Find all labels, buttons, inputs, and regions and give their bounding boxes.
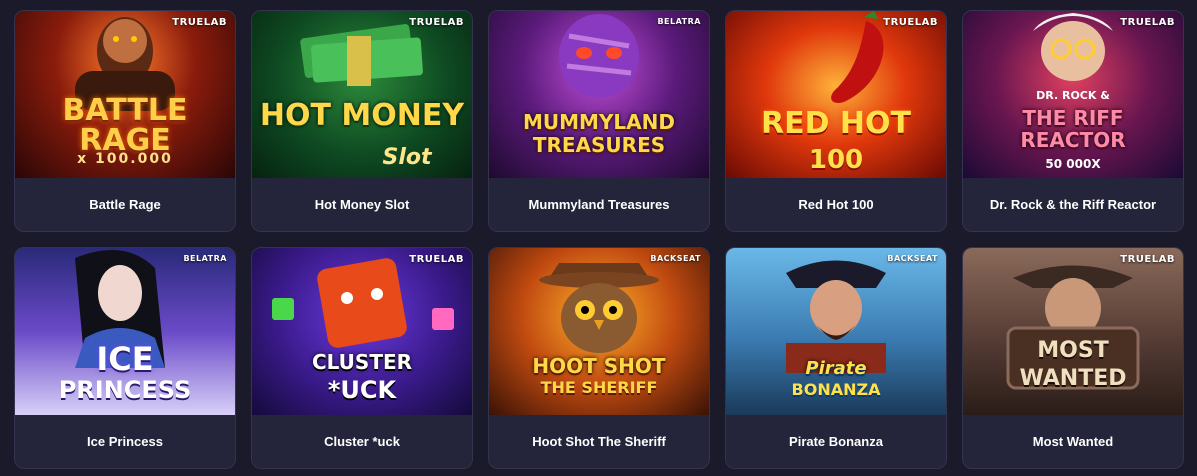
game-logo-text: CLUSTER <box>311 350 413 374</box>
game-card-cluster-uck[interactable]: TRUELAB CLUSTER *UCK Cluster *uck <box>251 247 473 469</box>
game-card-mummyland-treasures[interactable]: BELATRA MUMMYLAND TREASURES Mummyland Tr… <box>488 10 710 232</box>
game-title[interactable]: Battle Rage <box>15 178 235 231</box>
game-title[interactable]: Hot Money Slot <box>252 178 472 231</box>
provider-logo: TRUELAB <box>1120 254 1175 265</box>
game-thumbnail[interactable]: BACKSEAT HOOT SHOT THE SHERIFF <box>489 248 709 415</box>
game-logo-subtext: BONANZA <box>791 380 881 399</box>
provider-logo: BELATRA <box>657 17 701 26</box>
game-title[interactable]: Pirate Bonanza <box>726 415 946 468</box>
game-card-ice-princess[interactable]: BELATRA ICE PRINCESS Ice Princess <box>14 247 236 469</box>
game-thumbnail[interactable]: TRUELAB MOST WANTED <box>963 248 1183 415</box>
game-card-pirate-bonanza[interactable]: BACKSEAT Pirate BONANZA Pirate Bonanza <box>725 247 947 469</box>
game-logo-pretext: DR. ROCK & <box>1036 89 1110 102</box>
game-grid: TRUELAB BATTLE RAGE x 100.000 Battle Rag… <box>14 10 1184 469</box>
game-card-dr-rock[interactable]: TRUELAB DR. ROCK & THE RIFF REACTOR 50 0… <box>962 10 1184 232</box>
game-logo-subtext: 100 <box>808 145 864 175</box>
game-card-battle-rage[interactable]: TRUELAB BATTLE RAGE x 100.000 Battle Rag… <box>14 10 236 232</box>
game-logo-text: THE RIFF REACTOR <box>1020 106 1126 152</box>
provider-logo: TRUELAB <box>1120 17 1175 28</box>
game-thumbnail[interactable]: BELATRA ICE PRINCESS <box>15 248 235 415</box>
game-title[interactable]: Red Hot 100 <box>726 178 946 231</box>
game-card-most-wanted[interactable]: TRUELAB MOST WANTED Most Wanted <box>962 247 1184 469</box>
game-logo-subtext: 50 000X <box>1045 157 1101 171</box>
game-thumbnail[interactable]: TRUELAB DR. ROCK & THE RIFF REACTOR 50 0… <box>963 11 1183 178</box>
game-logo-text: Pirate <box>805 358 867 379</box>
game-thumbnail[interactable]: TRUELAB CLUSTER *UCK <box>252 248 472 415</box>
game-logo-text: MUMMYLAND TREASURES <box>523 110 675 157</box>
game-logo-text: ICE <box>96 340 154 378</box>
game-thumbnail[interactable]: TRUELAB HOT MONEY Slot <box>252 11 472 178</box>
provider-logo: TRUELAB <box>883 17 938 28</box>
game-title[interactable]: Most Wanted <box>963 415 1183 468</box>
game-title[interactable]: Dr. Rock & the Riff Reactor <box>963 178 1183 231</box>
provider-logo: BELATRA <box>183 254 227 263</box>
game-card-hoot-shot[interactable]: BACKSEAT HOOT SHOT THE SHERIFF Hoot Shot… <box>488 247 710 469</box>
game-thumbnail[interactable]: TRUELAB BATTLE RAGE x 100.000 <box>15 11 235 178</box>
game-logo-text: MOST <box>1037 338 1109 363</box>
game-title[interactable]: Cluster *uck <box>252 415 472 468</box>
game-logo-subtext: x 100.000 <box>77 151 173 167</box>
game-logo-subtext: Slot <box>382 145 432 170</box>
game-logo-text: BATTLE RAGE <box>62 93 188 158</box>
game-logo-text: HOT MONEY <box>259 98 465 133</box>
game-logo-subtext: WANTED <box>1019 366 1127 391</box>
game-logo-subtext: *UCK <box>327 376 397 404</box>
game-thumbnail[interactable]: BELATRA MUMMYLAND TREASURES <box>489 11 709 178</box>
game-thumbnail[interactable]: TRUELAB RED HOT 100 <box>726 11 946 178</box>
game-card-red-hot-100[interactable]: TRUELAB RED HOT 100 Red Hot 100 <box>725 10 947 232</box>
game-title[interactable]: Mummyland Treasures <box>489 178 709 231</box>
provider-logo: TRUELAB <box>172 17 227 28</box>
provider-logo: TRUELAB <box>409 254 464 265</box>
game-thumbnail[interactable]: BACKSEAT Pirate BONANZA <box>726 248 946 415</box>
game-logo-subtext: THE SHERIFF <box>540 378 658 397</box>
provider-logo: TRUELAB <box>409 17 464 28</box>
game-logo-text: HOOT SHOT <box>532 354 666 378</box>
game-title[interactable]: Ice Princess <box>15 415 235 468</box>
provider-logo: BACKSEAT <box>650 254 701 263</box>
provider-logo: BACKSEAT <box>887 254 938 263</box>
game-title[interactable]: Hoot Shot The Sheriff <box>489 415 709 468</box>
game-card-hot-money-slot[interactable]: TRUELAB HOT MONEY Slot Hot Money Slot <box>251 10 473 232</box>
game-logo-text: RED HOT <box>760 106 911 141</box>
game-logo-subtext: PRINCESS <box>58 376 192 404</box>
